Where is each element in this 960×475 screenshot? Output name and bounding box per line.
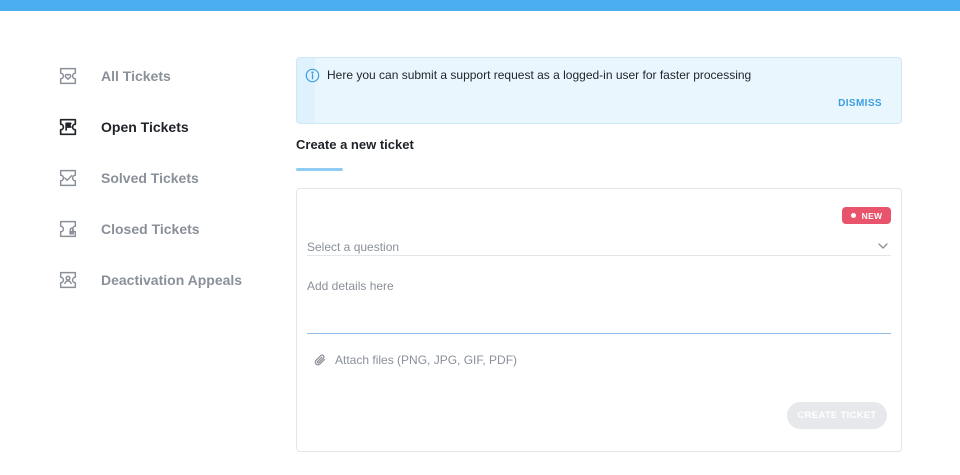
chevron-down-icon — [878, 243, 888, 249]
ticket-flag-icon — [56, 115, 80, 139]
attach-files-label: Attach files (PNG, JPG, GIF, PDF) — [335, 353, 518, 367]
ticket-form-card: NEW Select a question Attach files (PNG,… — [296, 188, 902, 452]
sidebar: All Tickets Open Tickets Solved Tickets — [56, 50, 266, 305]
create-ticket-button[interactable]: CREATE TICKET — [787, 402, 887, 429]
top-accent-bar — [0, 0, 960, 11]
sidebar-item-label: Solved Tickets — [101, 169, 199, 186]
sidebar-item-label: All Tickets — [101, 67, 171, 84]
banner-message: Here you can submit a support request as… — [327, 68, 752, 82]
details-input[interactable] — [307, 273, 891, 334]
sidebar-item-closed-tickets[interactable]: Closed Tickets — [56, 203, 266, 254]
ticket-lock-icon — [56, 217, 80, 241]
ticket-person-icon — [56, 268, 80, 292]
ticket-check-icon — [56, 166, 80, 190]
sidebar-item-deactivation-appeals[interactable]: Deactivation Appeals — [56, 254, 266, 305]
attach-files-button[interactable]: Attach files (PNG, JPG, GIF, PDF) — [313, 353, 517, 367]
info-icon — [305, 68, 320, 83]
dismiss-button[interactable]: DISMISS — [838, 98, 882, 109]
sidebar-item-solved-tickets[interactable]: Solved Tickets — [56, 152, 266, 203]
question-select-placeholder: Select a question — [307, 240, 400, 254]
sidebar-item-all-tickets[interactable]: All Tickets — [56, 50, 266, 101]
paperclip-icon — [314, 354, 325, 366]
sidebar-item-label: Closed Tickets — [101, 220, 200, 237]
sidebar-item-label: Deactivation Appeals — [101, 271, 243, 288]
badge-dot — [850, 213, 856, 218]
new-badge: NEW — [842, 207, 891, 224]
info-banner: Here you can submit a support request as… — [296, 57, 902, 124]
title-underline — [296, 168, 343, 171]
page-title: Create a new ticket — [296, 137, 414, 152]
badge-label: NEW — [861, 210, 883, 221]
question-select[interactable]: Select a question — [307, 235, 891, 256]
sidebar-item-label: Open Tickets — [101, 118, 189, 135]
ticket-heart-icon — [56, 64, 80, 88]
sidebar-item-open-tickets[interactable]: Open Tickets — [56, 101, 266, 152]
